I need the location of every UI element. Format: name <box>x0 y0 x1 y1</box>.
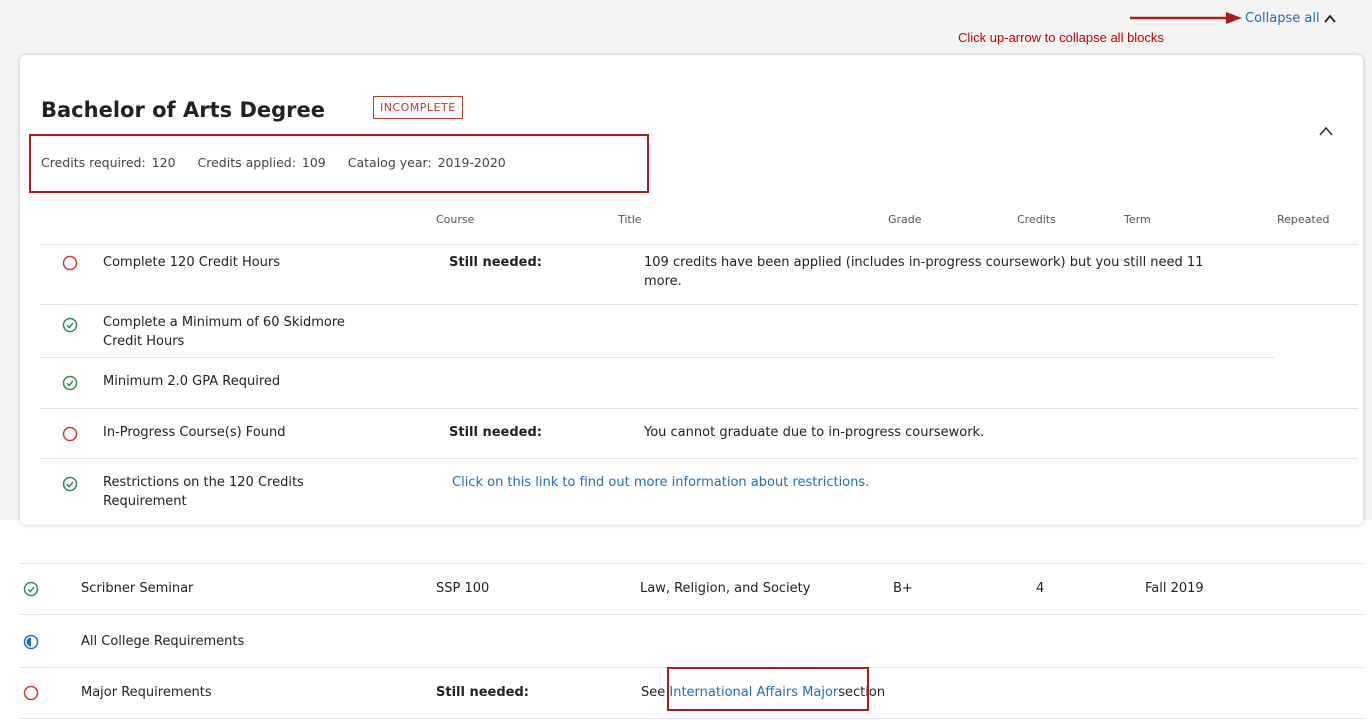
status-badge: INCOMPLETE <box>373 96 463 119</box>
row-divider <box>40 357 1274 358</box>
complete-check-icon <box>62 476 78 492</box>
column-header-title: Title <box>618 213 642 226</box>
requirement-label: Restrictions on the 120 Credits Requirem… <box>103 475 304 509</box>
requirement-label: Complete a Minimum of 60 Skidmore Credit… <box>103 315 345 349</box>
column-header-grade: Grade <box>888 213 922 226</box>
column-header-credits: Credits <box>1017 213 1056 226</box>
row-divider <box>20 718 1363 719</box>
still-needed-label: Still needed: <box>449 255 542 270</box>
requirement-label: Complete 120 Credit Hours <box>103 255 281 270</box>
course-term: Fall 2019 <box>1145 581 1204 596</box>
still-needed-label: Still needed: <box>449 425 542 440</box>
row-divider <box>40 458 1358 459</box>
chevron-up-icon <box>1323 14 1336 23</box>
complete-check-icon <box>62 317 78 333</box>
requirement-label: All College Requirements <box>81 634 245 649</box>
requirement-label: Major Requirements <box>81 685 212 700</box>
column-header-repeated: Repeated <box>1277 213 1330 226</box>
requirement-label: In-Progress Course(s) Found <box>103 425 286 440</box>
collapse-all-button[interactable]: Collapse all <box>1245 11 1336 26</box>
collapse-all-label: Collapse all <box>1245 11 1320 26</box>
course-code: SSP 100 <box>436 581 490 596</box>
complete-check-icon <box>62 375 78 391</box>
requirement-label: Scribner Seminar <box>81 581 194 596</box>
requirement-detail: You cannot graduate due to in-progress c… <box>644 425 985 440</box>
still-needed-label: Still needed: <box>436 685 529 700</box>
incomplete-circle-icon <box>62 426 78 442</box>
row-divider <box>20 614 1363 615</box>
degree-title: Bachelor of Arts Degree <box>41 98 325 122</box>
annotation-highlight-box <box>29 134 649 193</box>
annotation-highlight-box <box>667 667 869 711</box>
incomplete-circle-icon <box>23 685 39 701</box>
requirement-detail: 109 credits have been applied (includes … <box>644 255 1204 289</box>
row-divider <box>20 563 1363 564</box>
restrictions-info-link[interactable]: Click on this link to find out more info… <box>452 473 869 492</box>
in-progress-half-circle-icon <box>23 634 39 650</box>
block-collapse-chevron-icon[interactable] <box>1318 125 1334 137</box>
incomplete-circle-icon <box>62 255 78 271</box>
column-header-term: Term <box>1124 213 1151 226</box>
annotation-arrow-icon <box>1130 12 1242 24</box>
course-credits: 4 <box>1036 581 1045 596</box>
row-divider <box>40 408 1358 409</box>
course-title: Law, Religion, and Society <box>640 581 811 596</box>
annotation-text: Click up-arrow to collapse all blocks <box>958 30 1164 45</box>
course-grade: B+ <box>893 581 913 596</box>
column-header-course: Course <box>436 213 475 226</box>
row-divider <box>40 244 1358 245</box>
row-divider <box>40 304 1358 305</box>
requirement-label: Minimum 2.0 GPA Required <box>103 374 281 389</box>
complete-check-icon <box>23 581 39 597</box>
degree-block-card: Bachelor of Arts Degree INCOMPLETE Credi… <box>20 55 1363 525</box>
see-prefix: See <box>641 685 666 700</box>
